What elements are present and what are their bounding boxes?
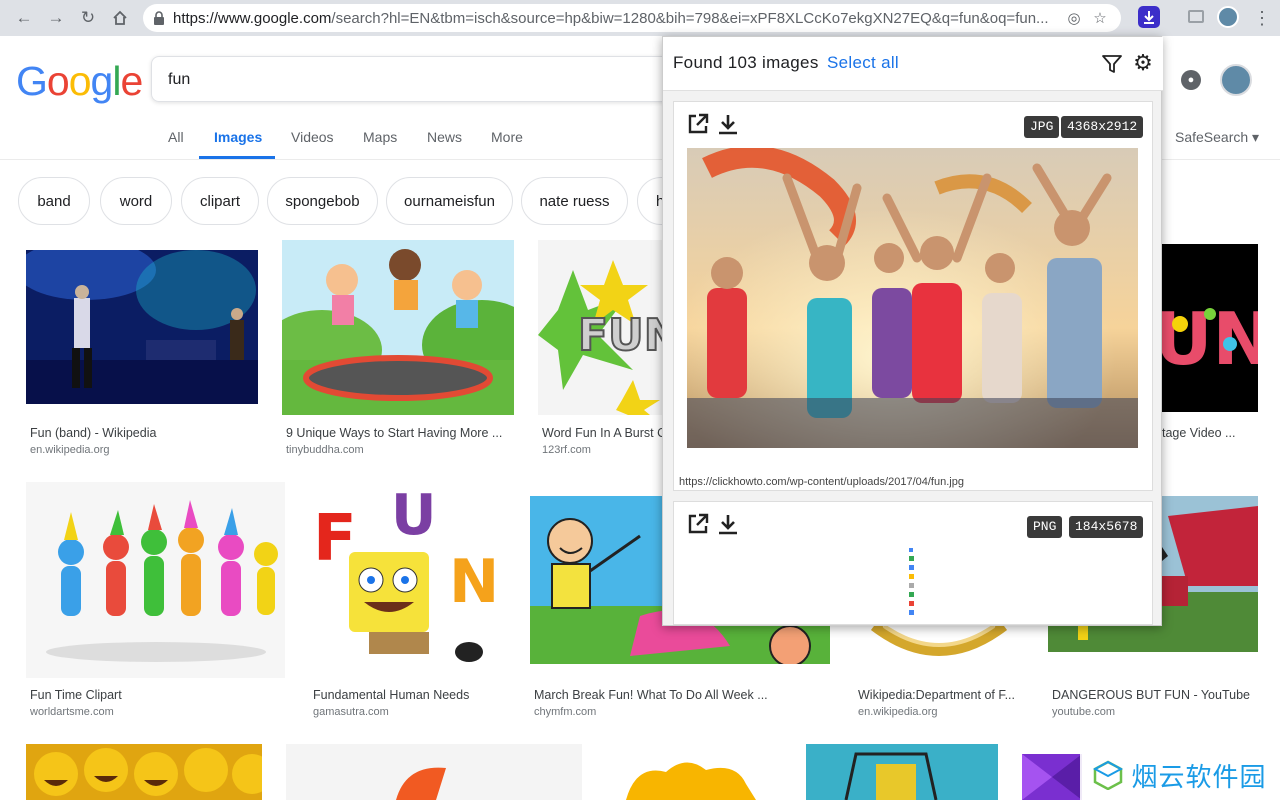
filter-icon[interactable]	[1101, 53, 1123, 75]
image-downloader-extension-icon[interactable]	[1138, 6, 1160, 28]
result-title[interactable]: Fun (band) - Wikipedia	[30, 426, 156, 440]
result-image-orange-shape[interactable]	[286, 744, 582, 800]
google-logo[interactable]: Google	[16, 58, 143, 105]
image-card[interactable]: PNG 184x5678	[673, 501, 1153, 625]
safesearch-dropdown[interactable]: SafeSearch ▾	[1175, 129, 1259, 146]
reload-icon[interactable]: ↻	[76, 6, 100, 30]
forward-icon[interactable]: →	[44, 6, 68, 30]
tab-images[interactable]: Images	[214, 129, 262, 145]
result-image-fun-burst[interactable]: FUN	[538, 240, 662, 415]
letter-u: U	[391, 483, 436, 548]
result-image-smileys[interactable]	[26, 744, 262, 800]
url-host: https://www.google.com	[173, 9, 332, 27]
sprite-preview-image[interactable]	[906, 548, 918, 624]
size-badge: 4368x2912	[1061, 116, 1144, 138]
location-icon[interactable]: ◎	[1061, 9, 1087, 27]
found-count: Found 103 images	[673, 53, 819, 72]
tab-videos[interactable]: Videos	[291, 129, 334, 145]
tab-all[interactable]: All	[168, 129, 184, 145]
result-title[interactable]: Fun Time Clipart	[30, 688, 122, 702]
gear-icon[interactable]: ⚙	[1131, 51, 1155, 75]
address-bar[interactable]: https://www.google.com/search?hl=EN&tbm=…	[143, 4, 1121, 32]
result-image-purple-rays[interactable]	[1022, 754, 1082, 800]
url-text: https://www.google.com/search?hl=EN&tbm=…	[173, 10, 1061, 27]
watermark-text: 烟云软件园	[1131, 762, 1267, 793]
result-title[interactable]: Word Fun In A Burst C	[542, 426, 666, 440]
account-avatar[interactable]	[1220, 64, 1252, 96]
result-domain: chymfm.com	[534, 706, 597, 718]
open-external-icon[interactable]	[686, 512, 710, 536]
result-image-kids-trampoline[interactable]	[282, 240, 514, 415]
chip-clipart[interactable]: clipart	[181, 177, 259, 225]
result-domain: tinybuddha.com	[286, 444, 364, 456]
watermark: 烟云软件园	[1080, 750, 1280, 800]
result-domain: en.wikipedia.org	[858, 706, 938, 718]
result-image-wikipedia-fun[interactable]	[854, 626, 1024, 678]
result-image-spongebob-fun[interactable]: F U N	[309, 482, 506, 678]
download-icon[interactable]	[716, 512, 740, 536]
format-badge: PNG	[1027, 516, 1063, 538]
bookmark-star-icon[interactable]: ☆	[1087, 9, 1113, 27]
popup-header: Found 103 images Select all ⚙	[663, 37, 1163, 91]
result-title[interactable]: Wikipedia:Department of F...	[858, 688, 1015, 702]
cast-icon[interactable]	[1188, 10, 1204, 23]
size-badge: 184x5678	[1069, 516, 1144, 538]
result-image-fun-colorful[interactable]: UN	[1150, 244, 1258, 412]
result-image-yellow-splash[interactable]	[606, 744, 782, 800]
notifications-icon[interactable]: ●	[1181, 70, 1201, 90]
select-all-link[interactable]: Select all	[827, 53, 899, 73]
format-badge: JPG	[1024, 116, 1060, 138]
download-icon[interactable]	[716, 112, 740, 136]
tab-maps[interactable]: Maps	[363, 129, 397, 145]
chip-word[interactable]: word	[100, 177, 172, 225]
result-domain: 123rf.com	[542, 444, 591, 456]
result-image-band[interactable]	[26, 250, 258, 404]
fun-burst-text: FUN	[578, 310, 662, 361]
chip-band[interactable]: band	[18, 177, 90, 225]
image-url: https://clickhowto.com/wp-content/upload…	[679, 476, 964, 488]
url-path: /search?hl=EN&tbm=isch&source=hp&biw=128…	[331, 9, 1049, 27]
result-domain: youtube.com	[1052, 706, 1115, 718]
result-title[interactable]: Fundamental Human Needs	[313, 688, 469, 702]
browser-toolbar: ← → ↻ https://www.google.com/search?hl=E…	[0, 0, 1280, 36]
lock-icon	[154, 11, 164, 25]
tab-more[interactable]: More	[491, 129, 523, 145]
chip-ournameisfun[interactable]: ournameisfun	[386, 177, 513, 225]
chip-spongebob[interactable]: spongebob	[267, 177, 378, 225]
chip-nate-ruess[interactable]: nate ruess	[521, 177, 628, 225]
result-title[interactable]: 9 Unique Ways to Start Having More ...	[286, 426, 502, 440]
letter-n: N	[449, 547, 499, 617]
back-icon[interactable]: ←	[12, 6, 36, 30]
image-downloader-popup: Found 103 images Select all ⚙ JPG 4368x2…	[662, 36, 1163, 626]
home-icon[interactable]	[108, 6, 132, 30]
result-title[interactable]: tage Video ...	[1162, 426, 1235, 440]
result-title[interactable]: DANGEROUS BUT FUN - YouTube	[1052, 688, 1250, 702]
result-domain: en.wikipedia.org	[30, 444, 110, 456]
preview-image[interactable]	[687, 148, 1138, 448]
result-title[interactable]: March Break Fun! What To Do All Week ...	[534, 688, 768, 702]
result-domain: worldartsme.com	[30, 706, 114, 718]
image-card[interactable]: JPG 4368x2912 https://clickhowto.com/wp-…	[673, 101, 1153, 491]
profile-avatar[interactable]	[1217, 6, 1239, 28]
active-tab-indicator	[199, 156, 275, 159]
result-image-spongebob-sea[interactable]	[806, 744, 998, 800]
search-input[interactable]: fun	[151, 56, 711, 102]
result-image-party-figures[interactable]	[26, 482, 285, 678]
result-domain: gamasutra.com	[313, 706, 389, 718]
watermark-cube-icon	[1093, 760, 1124, 790]
menu-icon[interactable]: ⋮	[1252, 6, 1272, 30]
open-external-icon[interactable]	[686, 112, 710, 136]
tab-news[interactable]: News	[427, 129, 462, 145]
